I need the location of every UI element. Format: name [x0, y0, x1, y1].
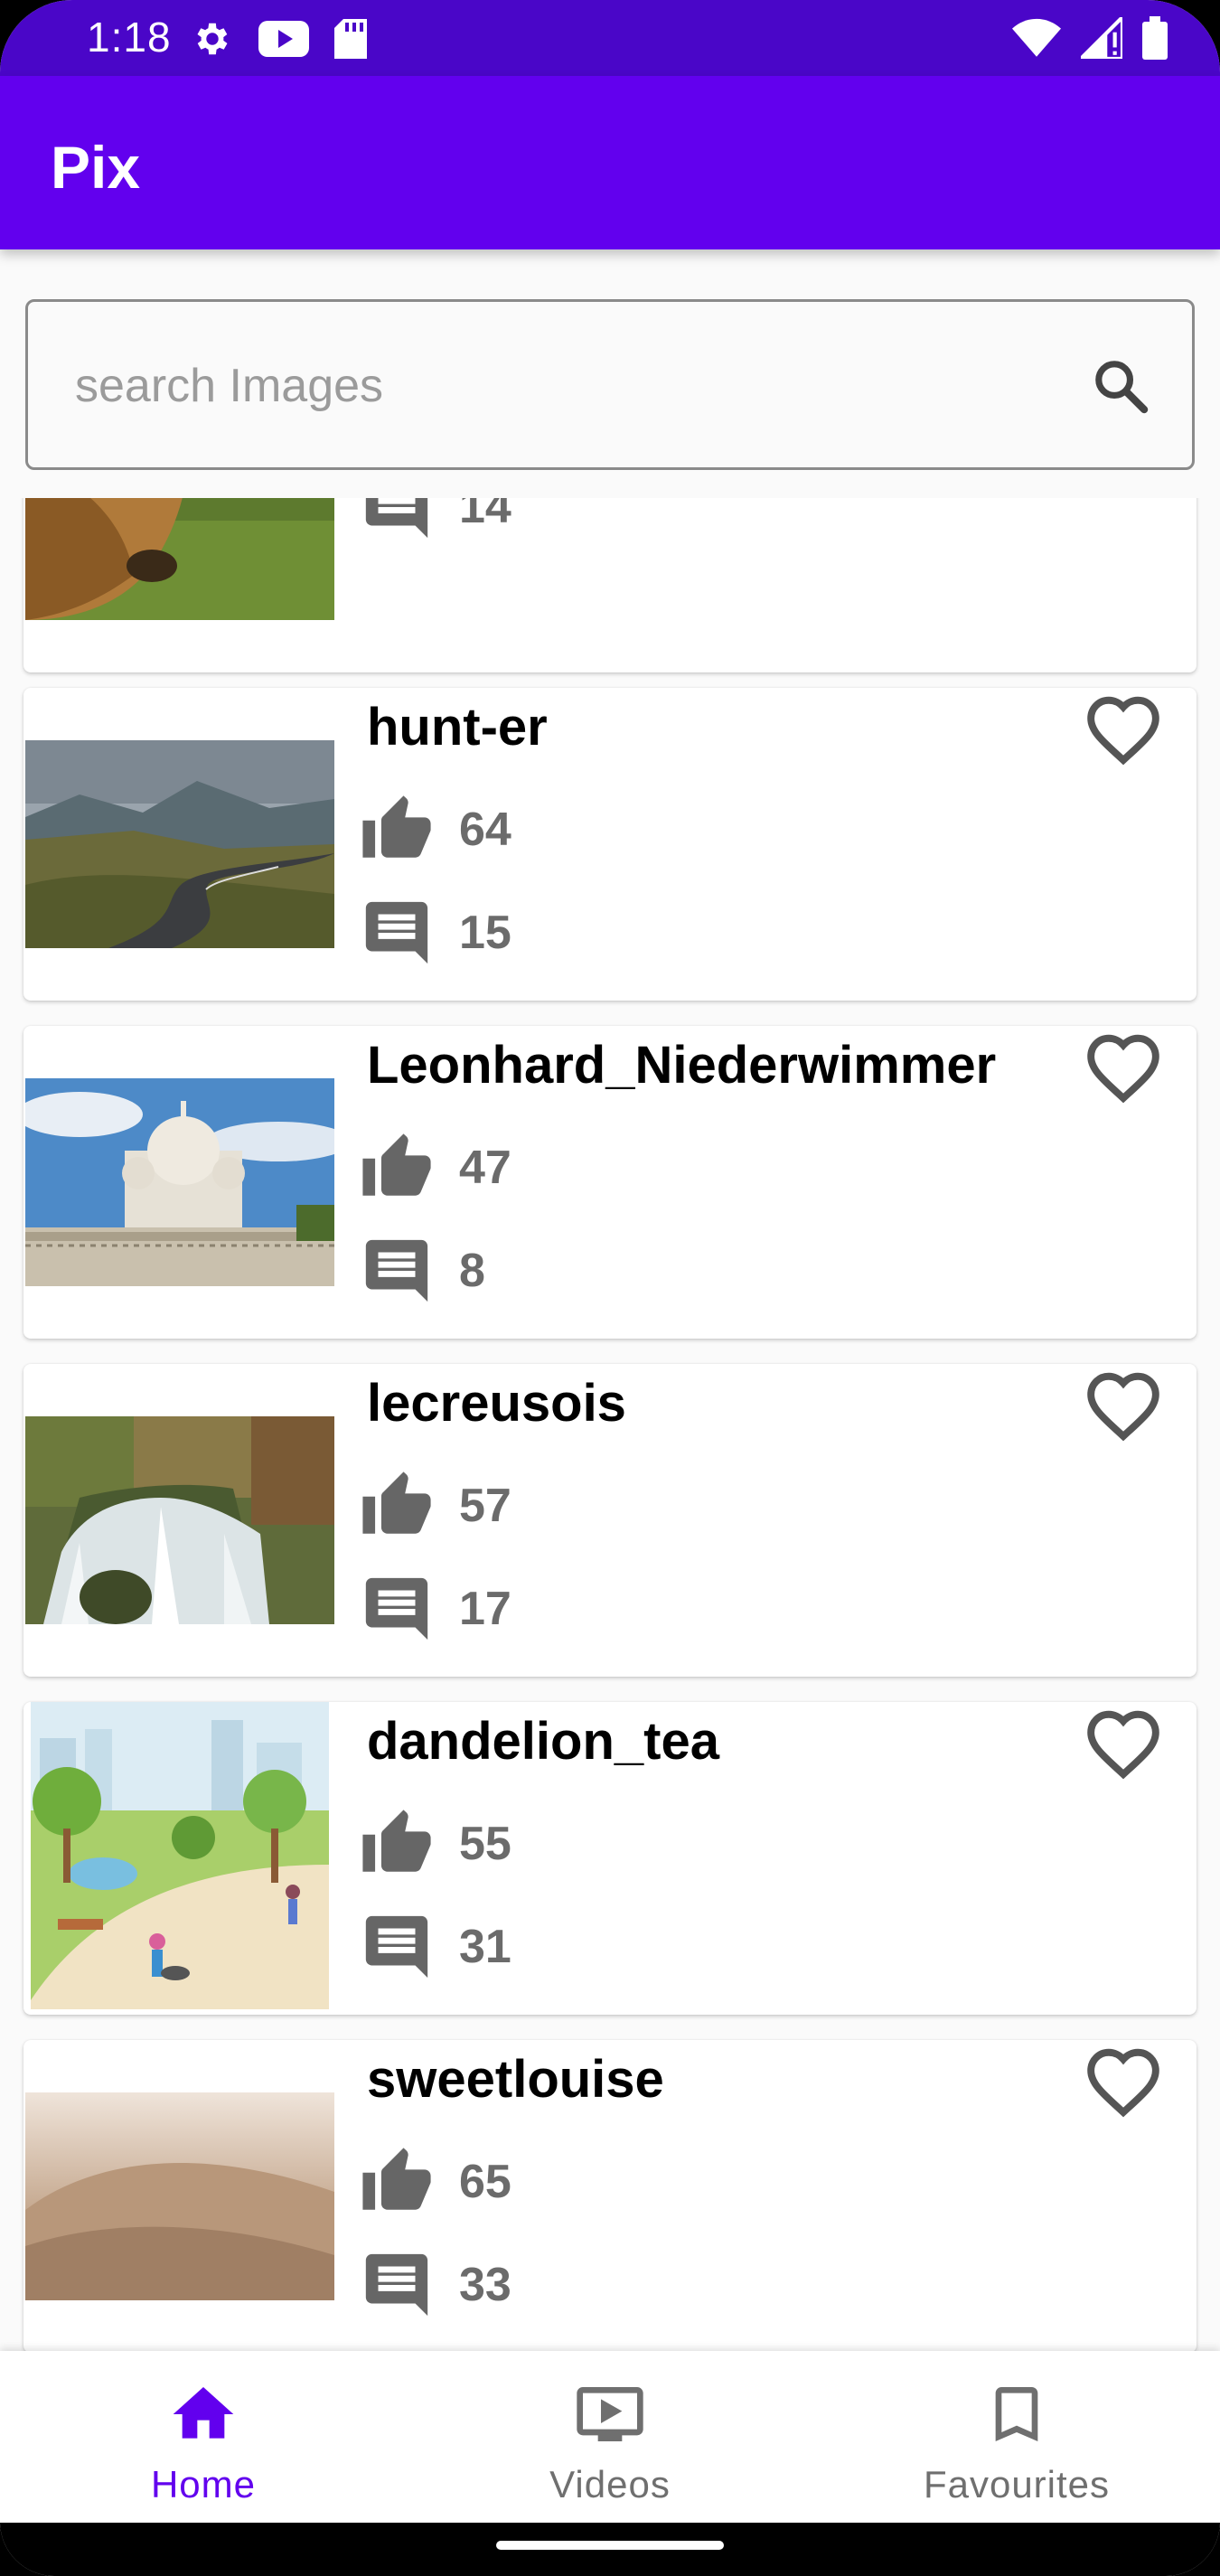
comments-count: 8 — [459, 1245, 485, 1297]
author-name: lecreusois — [367, 1374, 626, 1433]
favourite-heart-icon[interactable] — [1084, 1369, 1162, 1442]
thumb-up-icon — [362, 1810, 431, 1872]
nav-item-label: Home — [150, 2463, 257, 2505]
comments-stat: 31 — [360, 1910, 511, 1984]
favourite-heart-icon[interactable] — [1084, 2045, 1162, 2118]
app-bar: Pix — [0, 76, 1220, 249]
image-card[interactable]: Leonhard_Niederwimmer 47 8 — [23, 1026, 1197, 1339]
image-card[interactable]: 72 14 — [23, 498, 1197, 672]
gesture-navigation-bar — [0, 2523, 1220, 2576]
nav-item-videos[interactable]: Videos — [447, 2378, 773, 2514]
settings-icon — [197, 23, 228, 55]
author-name: Leonhard_Niederwimmer — [367, 1036, 997, 1095]
image-list[interactable]: 72 14 hunt-er — [0, 498, 1220, 2351]
thumb-up-icon — [362, 1471, 431, 1534]
image-card[interactable]: lecreusois 57 17 — [23, 1364, 1197, 1677]
wifi-icon — [1012, 18, 1061, 57]
thumb-up-icon — [362, 1133, 431, 1196]
sd-card-icon — [334, 19, 367, 59]
comment-icon — [365, 901, 428, 964]
status-icons-right — [1012, 16, 1168, 60]
author-name: hunt-er — [367, 698, 548, 757]
comments-count: 17 — [459, 1583, 511, 1635]
likes-count: 65 — [459, 2156, 511, 2208]
image-thumbnail-lion[interactable] — [25, 498, 334, 620]
search-input[interactable] — [75, 347, 1051, 425]
comment-icon — [365, 498, 428, 539]
comment-icon — [365, 1239, 428, 1302]
image-thumbnail-road[interactable] — [25, 740, 334, 948]
likes-stat: 65 — [360, 2145, 511, 2219]
comment-icon — [365, 2253, 428, 2317]
comments-stat: 14 — [360, 498, 511, 544]
status-bar: 1:18 — [0, 0, 1220, 76]
comments-count: 33 — [459, 2259, 511, 2311]
likes-stat: 47 — [360, 1131, 511, 1205]
bottom-navigation: Home Videos Favourites — [0, 2351, 1220, 2523]
thumb-up-icon — [362, 795, 431, 858]
favourite-heart-icon[interactable] — [1084, 693, 1162, 766]
thumb-up-icon — [362, 2148, 431, 2210]
comment-icon — [365, 1915, 428, 1979]
youtube-icon — [258, 21, 309, 57]
status-time: 1:18 — [87, 14, 172, 61]
comments-stat: 33 — [360, 2248, 511, 2322]
likes-count: 64 — [459, 804, 511, 856]
home-icon — [173, 2387, 234, 2439]
battery-icon — [1142, 16, 1168, 60]
app-title: Pix — [51, 134, 141, 201]
likes-stat: 64 — [360, 793, 511, 867]
likes-count: 55 — [459, 1818, 511, 1870]
nav-item-label: Favourites — [923, 2463, 1111, 2505]
comment-icon — [365, 1577, 428, 1641]
image-card[interactable]: dandelion_tea 55 31 — [23, 1702, 1197, 2015]
author-name: sweetlouise — [367, 2050, 664, 2109]
signal-icon — [1081, 17, 1122, 59]
home-gesture-handle[interactable] — [496, 2541, 724, 2550]
favourite-heart-icon[interactable] — [1084, 1707, 1162, 1780]
status-icons-left — [192, 18, 367, 60]
comments-stat: 8 — [360, 1234, 485, 1308]
nav-item-favourites[interactable]: Favourites — [854, 2378, 1179, 2514]
search-box — [25, 299, 1195, 470]
nav-item-label: Videos — [549, 2463, 671, 2505]
search-icon[interactable] — [1091, 356, 1150, 416]
likes-count: 57 — [459, 1480, 511, 1532]
image-card[interactable]: hunt-er 64 15 — [23, 688, 1197, 1001]
nav-item-home[interactable]: Home — [41, 2378, 366, 2514]
image-card[interactable]: sweetlouise 65 33 — [23, 2040, 1197, 2351]
favourite-heart-icon[interactable] — [1084, 1031, 1162, 1104]
bookmark-icon — [995, 2387, 1038, 2441]
phone-screen: 1:18 Pix search Images 14 hunt-er 64 15 … — [0, 0, 1220, 2576]
comments-count: 31 — [459, 1921, 511, 1973]
likes-stat: 57 — [360, 1469, 511, 1543]
comments-stat: 15 — [360, 896, 511, 970]
comments-stat: 17 — [360, 1572, 511, 1646]
image-thumbnail-basilica[interactable] — [25, 1078, 334, 1286]
author-name: dandelion_tea — [367, 1712, 719, 1771]
likes-stat: 55 — [360, 1807, 511, 1881]
comments-count: 14 — [459, 498, 511, 533]
video-icon — [577, 2387, 643, 2441]
image-thumbnail-waterfall[interactable] — [25, 1416, 334, 1624]
comments-count: 15 — [459, 907, 511, 959]
likes-count: 47 — [459, 1142, 511, 1194]
image-thumbnail-sand[interactable] — [25, 2092, 334, 2300]
image-thumbnail-park[interactable] — [31, 1702, 329, 2009]
